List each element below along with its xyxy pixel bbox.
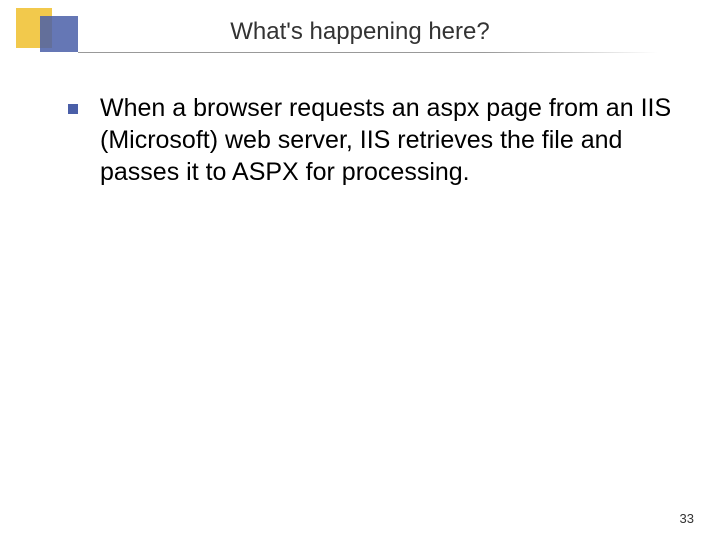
- page-number: 33: [680, 511, 694, 526]
- content-area: When a browser requests an aspx page fro…: [68, 92, 690, 188]
- square-bullet-icon: [68, 104, 78, 114]
- title-underline: [78, 52, 658, 53]
- title-container: What's happening here?: [0, 18, 720, 46]
- bullet-item: When a browser requests an aspx page fro…: [68, 92, 690, 188]
- slide-title: What's happening here?: [0, 18, 720, 46]
- bullet-text: When a browser requests an aspx page fro…: [100, 92, 690, 188]
